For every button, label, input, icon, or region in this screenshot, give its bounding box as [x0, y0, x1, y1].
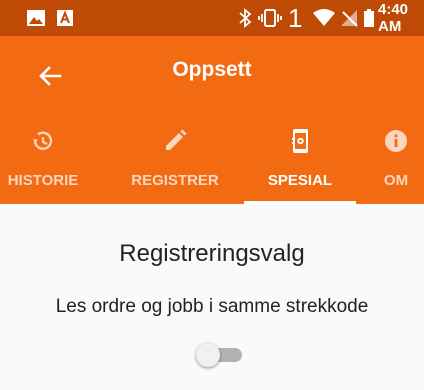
bluetooth-icon	[238, 0, 252, 36]
page-title: Oppsett	[172, 58, 252, 81]
edit-icon	[162, 128, 188, 154]
tab-spesial[interactable]: SPESIAL	[244, 116, 356, 204]
setting-label: Les ordre og jobb i samme strekkode	[55, 296, 369, 317]
section-title: Registreringsvalg	[119, 240, 305, 267]
tab-om[interactable]: OM	[366, 116, 424, 204]
image-icon	[26, 0, 46, 36]
vibrate-icon	[258, 0, 282, 36]
content-area: Registreringsvalg Les ordre og jobb i sa…	[0, 204, 424, 390]
no-signal-icon	[340, 0, 358, 36]
history-icon	[30, 128, 56, 154]
status-bar: 1 4:40 AM	[0, 0, 424, 36]
tab-label: REGISTRER	[131, 172, 219, 189]
status-time: 4:40 AM	[378, 1, 409, 35]
tab-bar: HISTORIE REGISTRER SPESIAL OM	[0, 116, 424, 204]
notification-count: 1	[288, 2, 303, 33]
toggle-switch[interactable]	[196, 342, 244, 368]
wifi-icon	[312, 0, 336, 36]
tab-label: HISTORIE	[7, 172, 79, 189]
toggle-thumb	[196, 343, 220, 367]
tab-registrer[interactable]: REGISTRER	[120, 116, 230, 204]
a-icon	[56, 0, 74, 36]
info-icon	[383, 128, 409, 154]
tab-label: OM	[383, 172, 409, 189]
tab-historie[interactable]: HISTORIE	[0, 116, 94, 204]
mobile-settings-icon	[287, 128, 313, 154]
tab-label: SPESIAL	[267, 172, 333, 189]
app-bar: Oppsett	[0, 36, 424, 116]
battery-icon	[364, 0, 374, 36]
